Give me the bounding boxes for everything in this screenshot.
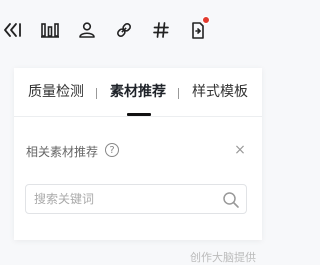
hashtag-icon[interactable] [151,19,171,41]
assistant-panel: 质量检测 素材推荐 样式模板 相关素材推荐 ? × [14,68,262,240]
close-icon[interactable]: × [234,143,246,157]
bar-chart-icon[interactable] [40,19,60,41]
tab-divider [96,88,97,99]
top-toolbar [0,0,300,60]
panel-tabs: 质量检测 素材推荐 样式模板 [14,68,262,117]
notification-dot [202,16,210,24]
user-icon[interactable] [77,19,97,41]
active-tab-indicator [127,113,151,116]
search-icon[interactable] [222,191,240,209]
tab-material-recommend[interactable]: 素材推荐 [110,83,166,101]
tab-style-template[interactable]: 样式模板 [192,83,248,101]
help-icon[interactable]: ? [105,143,119,157]
tab-quality-check[interactable]: 质量检测 [28,83,84,101]
export-icon[interactable] [188,16,210,41]
search-box [25,184,247,214]
tab-divider [178,88,179,99]
section-title: 相关素材推荐 [26,145,99,159]
collapse-icon[interactable] [3,19,23,41]
link-icon[interactable] [114,19,134,41]
footer-text: 创作大脑提供 [190,251,256,264]
search-input[interactable] [34,191,204,207]
